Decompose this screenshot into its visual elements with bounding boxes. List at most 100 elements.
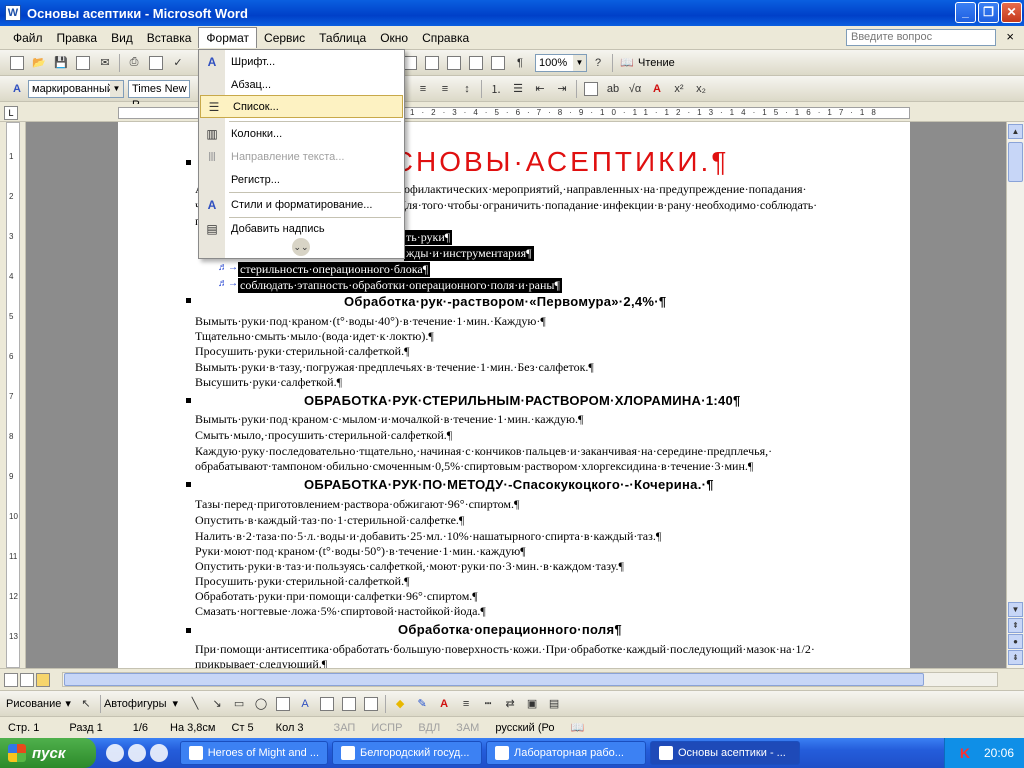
task-belgorod[interactable]: Белгородский госуд... (332, 741, 482, 765)
line-style-icon[interactable]: ≡ (457, 695, 475, 713)
horizontal-scroll-thumb[interactable] (64, 673, 924, 686)
email-icon[interactable]: ✉ (96, 54, 114, 72)
menu-tools[interactable]: Сервис (257, 28, 312, 48)
styles-pane-icon[interactable]: A (8, 80, 26, 98)
show-desktop-icon[interactable] (150, 744, 168, 762)
autoshapes-button[interactable]: Автофигуры (104, 698, 167, 710)
diagram-icon[interactable] (318, 695, 336, 713)
task-lab[interactable]: Лабораторная рабо... (486, 741, 646, 765)
highlight-icon[interactable]: ab (604, 80, 622, 98)
new-document-icon[interactable] (8, 54, 26, 72)
document-area[interactable]: ОСНОВЫ·АСЕПТИКИ.¶ А рофилактических·меро… (26, 122, 1006, 668)
menu-file[interactable]: Файл (6, 28, 50, 48)
normal-view-button[interactable] (4, 673, 18, 687)
menu-item-add-textbox[interactable]: ▤ Добавить надпись (199, 217, 404, 240)
status-extend[interactable]: ВДЛ (410, 722, 448, 734)
tab-selector[interactable]: L (4, 106, 18, 120)
decrease-indent-icon[interactable]: ⇤ (531, 80, 549, 98)
picture-icon[interactable] (362, 695, 380, 713)
arrow-style-icon[interactable]: ⇄ (501, 695, 519, 713)
columns-icon[interactable] (445, 54, 463, 72)
draw-menu-button[interactable]: Рисование (6, 698, 61, 710)
restore-button[interactable]: ❐ (978, 2, 999, 23)
numbering-icon[interactable]: ⒈ (487, 80, 505, 98)
menu-format[interactable]: Формат (198, 27, 258, 48)
status-track-changes[interactable]: ИСПР (363, 722, 410, 734)
line-color-icon[interactable]: ✎ (413, 695, 431, 713)
oval-icon[interactable]: ◯ (252, 695, 270, 713)
start-button[interactable]: пуск (0, 738, 96, 768)
menu-edit[interactable]: Правка (50, 28, 105, 48)
fill-color-icon[interactable]: ◆ (391, 695, 409, 713)
equation-icon[interactable]: √α (626, 80, 644, 98)
line-spacing-icon[interactable]: ↕ (458, 80, 476, 98)
previous-page-button[interactable]: ⇞ (1008, 618, 1023, 633)
ask-question-input[interactable]: Введите вопрос (846, 29, 996, 46)
wordart-icon[interactable]: A (296, 695, 314, 713)
task-asepsis[interactable]: Основы асептики - ... (650, 741, 800, 765)
print-preview-icon[interactable] (147, 54, 165, 72)
menu-item-change-case[interactable]: Регистр... (199, 168, 404, 191)
close-button[interactable]: ✕ (1001, 2, 1022, 23)
document-map-icon[interactable] (489, 54, 507, 72)
scroll-thumb[interactable] (1008, 142, 1023, 182)
clipart-icon[interactable] (340, 695, 358, 713)
rectangle-icon[interactable]: ▭ (230, 695, 248, 713)
font-color-icon[interactable]: A (648, 80, 666, 98)
bullets-icon[interactable]: ☰ (509, 80, 527, 98)
help-icon[interactable]: ? (589, 54, 607, 72)
drawing-icon[interactable] (467, 54, 485, 72)
style-select[interactable]: маркированный ▼ (28, 79, 124, 98)
show-hide-icon[interactable]: ¶ (511, 54, 529, 72)
line-icon[interactable]: ╲ (186, 695, 204, 713)
dash-style-icon[interactable]: ┅ (479, 695, 497, 713)
shadow-icon[interactable]: ▣ (523, 695, 541, 713)
justify-icon[interactable]: ≡ (436, 80, 454, 98)
print-view-button[interactable] (36, 673, 50, 687)
menu-item-styles[interactable]: A Стили и форматирование... (199, 193, 404, 216)
minimize-button[interactable]: _ (955, 2, 976, 23)
next-page-button[interactable]: ⇟ (1008, 650, 1023, 665)
word-app-icon[interactable]: W (5, 5, 21, 21)
menu-help[interactable]: Справка (415, 28, 476, 48)
menu-item-font[interactable]: A Шрифт... (199, 50, 404, 73)
reading-layout-icon[interactable]: 📖 (618, 54, 636, 72)
menu-item-paragraph[interactable]: Абзац... (199, 73, 404, 96)
horizontal-ruler[interactable]: L 1·2·3·4·5·6·7·8·9·10·11·12·13·14·15·16… (0, 104, 1024, 122)
ie-icon[interactable] (106, 744, 124, 762)
print-icon[interactable]: ⎙ (125, 54, 143, 72)
menu-window[interactable]: Окно (373, 28, 415, 48)
media-player-icon[interactable] (128, 744, 146, 762)
text-color-icon[interactable]: A (435, 695, 453, 713)
insert-excel-icon[interactable] (423, 54, 441, 72)
font-select[interactable]: Times New R (128, 79, 190, 111)
save-icon[interactable]: 💾 (52, 54, 70, 72)
align-right-icon[interactable]: ≡ (414, 80, 432, 98)
status-record[interactable]: ЗАП (326, 722, 364, 734)
border-icon[interactable] (582, 80, 600, 98)
reading-button[interactable]: Чтение (638, 57, 675, 69)
zoom-select[interactable]: 100% ▼ (535, 53, 587, 72)
clock[interactable]: 20:06 (984, 746, 1014, 760)
scroll-down-button[interactable]: ▼ (1008, 602, 1023, 617)
arrow-icon[interactable]: ↘ (208, 695, 226, 713)
3d-icon[interactable]: ▤ (545, 695, 563, 713)
spelling-icon[interactable]: ✓ (169, 54, 187, 72)
open-icon[interactable]: 📂 (30, 54, 48, 72)
expand-menu-icon[interactable]: ⌄⌄ (292, 238, 310, 256)
permission-icon[interactable] (74, 54, 92, 72)
close-document-icon[interactable]: × (1006, 29, 1014, 44)
kaspersky-icon[interactable]: K (960, 745, 970, 761)
status-overtype[interactable]: ЗАМ (448, 722, 487, 734)
status-language[interactable]: русский (Ро (487, 722, 562, 734)
menu-view[interactable]: Вид (104, 28, 140, 48)
vertical-scrollbar[interactable]: ▲ ▼ ⇞ ● ⇟ (1006, 122, 1024, 668)
browse-object-button[interactable]: ● (1008, 634, 1023, 649)
select-objects-icon[interactable]: ↖ (77, 695, 95, 713)
menu-table[interactable]: Таблица (312, 28, 373, 48)
menu-item-list[interactable]: ☰ Список... (200, 95, 403, 118)
increase-indent-icon[interactable]: ⇥ (553, 80, 571, 98)
menu-item-columns[interactable]: ▥ Колонки... (199, 122, 404, 145)
spelling-status-icon[interactable]: 📖 (563, 721, 593, 734)
superscript-icon[interactable]: x² (670, 80, 688, 98)
